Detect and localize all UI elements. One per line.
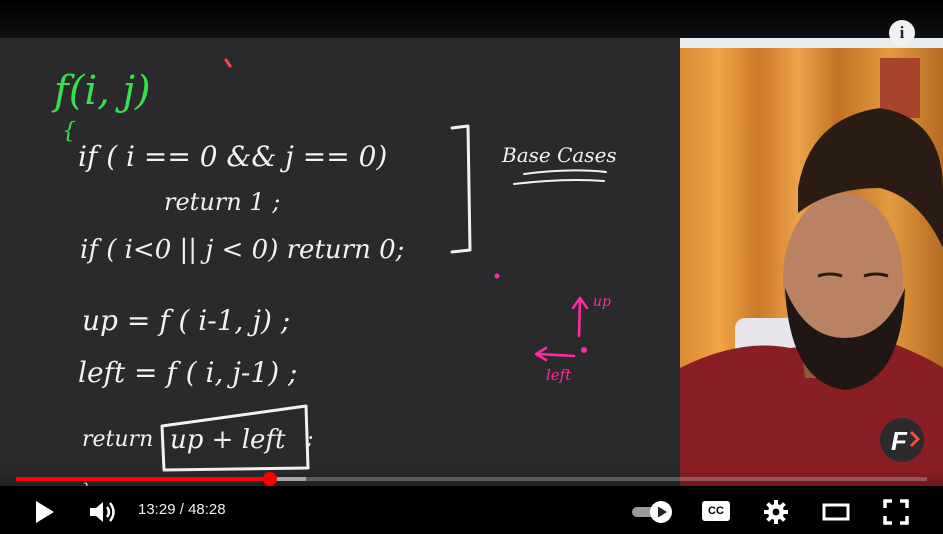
line-return-one: return 1 ; [164,188,280,216]
pink-dot [494,273,500,279]
info-icon[interactable]: i [889,20,915,46]
boxed-expression: up + left [170,425,286,455]
line-return: return [82,427,153,452]
semicolon: ; [305,427,313,452]
line-up: up = f ( i-1, j) ; [82,304,290,337]
laser-dot [224,58,232,68]
line-left: left = f ( i, j-1) ; [78,356,297,389]
line-if-zero: if ( i == 0 && j == 0) [78,140,387,173]
channel-logo-letter: F [891,426,908,456]
progress-scrubber[interactable] [262,472,277,486]
video-player[interactable]: f(i, j) { if ( i == 0 && j == 0) return … [0,0,943,534]
time-separator: / [175,501,189,518]
open-brace: { [62,119,76,144]
theater-icon[interactable] [822,502,850,522]
up-arrow [571,296,589,338]
duration: 48:28 [188,501,226,518]
cell-point [581,347,587,353]
line-if-negative: if ( i<0 || j < 0) return 0; [80,235,404,265]
autoplay-toggle[interactable] [630,500,674,524]
function-title: f(i, j) [51,68,151,114]
top-gradient [0,0,943,40]
gear-icon[interactable] [763,499,789,525]
fullscreen-icon[interactable] [882,498,910,526]
whiteboard-drawing: f(i, j) { if ( i == 0 && j == 0) return … [51,58,617,501]
webcam-image: F [680,38,943,486]
progress-played [16,477,270,481]
base-case-bracket [450,124,472,254]
play-icon[interactable] [32,499,56,525]
captions-button[interactable]: CC [702,501,730,521]
base-cases-underline [513,169,607,185]
volume-icon[interactable] [88,499,118,525]
left-arrow [534,346,576,362]
base-cases-label: Base Cases [501,143,617,167]
left-label: left [546,366,572,384]
progress-bar[interactable] [16,472,927,486]
up-label: up [593,294,611,310]
instructor-webcam: F [680,38,943,486]
whiteboard: f(i, j) { if ( i == 0 && j == 0) return … [0,38,680,501]
current-time: 13:29 [138,501,176,518]
time-display: 13:29 / 48:28 [138,501,226,518]
